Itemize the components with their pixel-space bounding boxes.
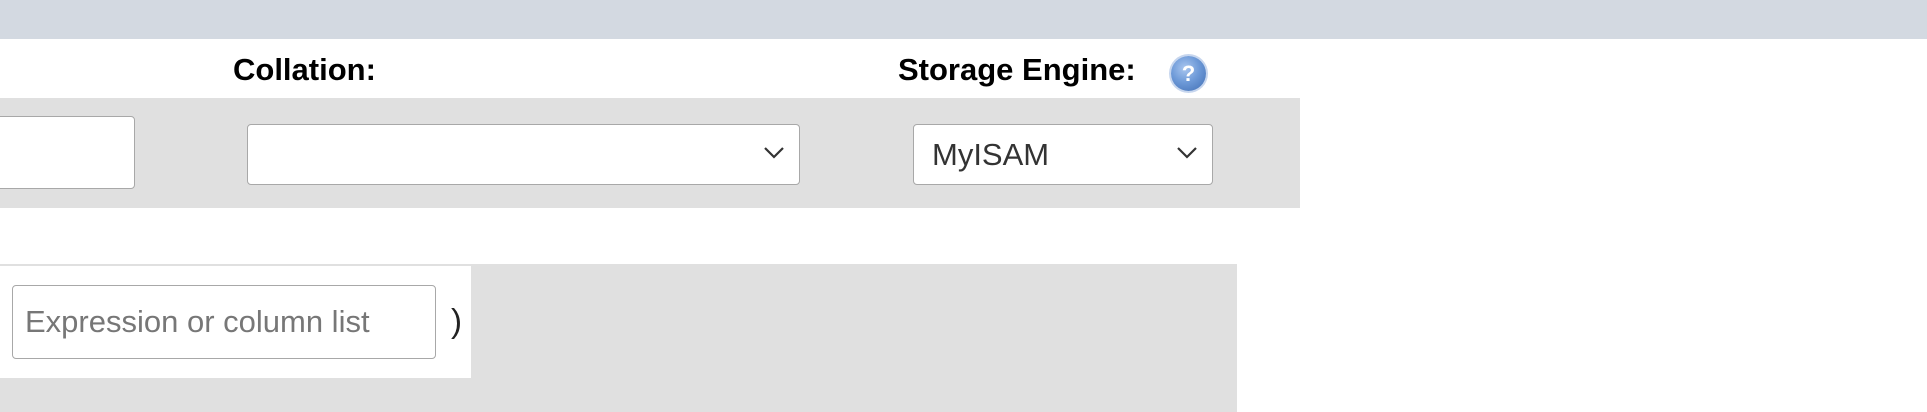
table-name-input[interactable] xyxy=(0,116,135,189)
collation-select[interactable] xyxy=(247,124,800,185)
collation-label: Collation: xyxy=(233,52,376,87)
storage-engine-select[interactable]: MyISAM xyxy=(913,124,1213,185)
chevron-down-icon xyxy=(764,147,784,159)
help-icon[interactable]: ? xyxy=(1171,56,1206,91)
storage-engine-label: Storage Engine: xyxy=(898,52,1136,87)
chevron-down-icon xyxy=(1177,147,1197,159)
closing-paren: ) xyxy=(451,302,462,339)
partition-expression-input[interactable] xyxy=(12,285,436,359)
storage-engine-select-value: MyISAM xyxy=(932,137,1050,172)
top-bar xyxy=(0,0,1927,39)
